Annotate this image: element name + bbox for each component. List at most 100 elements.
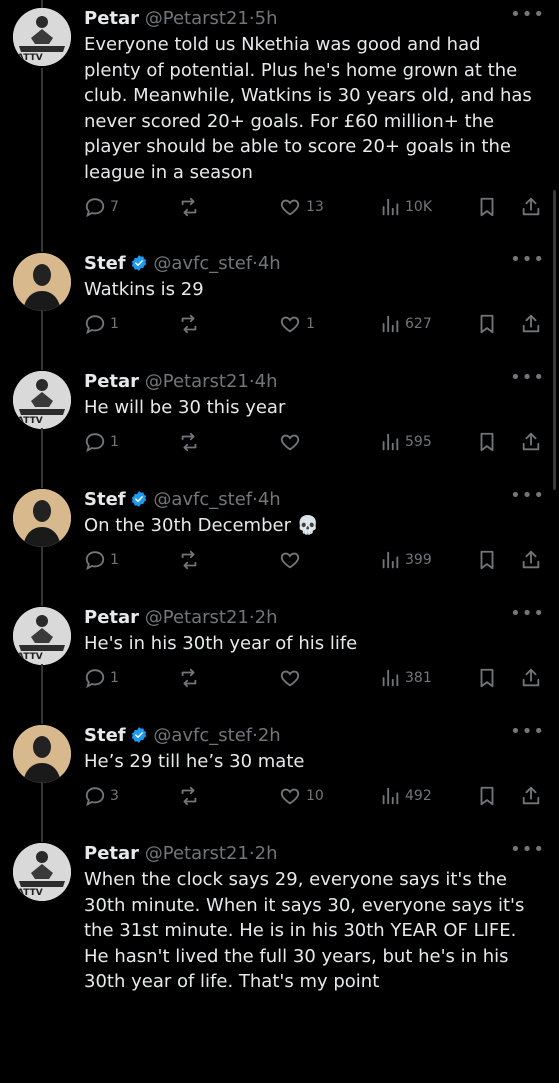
views-button[interactable]: 627: [379, 313, 432, 335]
display-name[interactable]: Petar: [84, 371, 139, 392]
avatar[interactable]: ATTV: [13, 8, 71, 66]
reply-button[interactable]: 1: [84, 313, 119, 335]
share-button[interactable]: [520, 431, 542, 453]
bookmark-button[interactable]: [476, 313, 498, 335]
tweet[interactable]: ATTV Petar @Petarst21·2h ••• When the clo…: [0, 841, 559, 1083]
share-button[interactable]: [520, 196, 542, 218]
timestamp[interactable]: 5h: [255, 8, 278, 29]
avatar[interactable]: ATTV: [13, 843, 71, 901]
share-button[interactable]: [520, 313, 542, 335]
thread-connector: [41, 782, 43, 842]
like-button[interactable]: 1: [278, 313, 315, 335]
views-button[interactable]: 399: [379, 549, 432, 571]
share-button[interactable]: [520, 667, 542, 689]
view-count: 10K: [405, 199, 432, 215]
display-name[interactable]: Stef: [84, 725, 126, 746]
bookmark-button[interactable]: [476, 667, 498, 689]
more-options-icon[interactable]: •••: [510, 841, 545, 859]
tweet[interactable]: ATTV Petar @Petarst21·5h ••• Everyone tol…: [0, 6, 559, 248]
avatar[interactable]: ATTV: [13, 371, 71, 429]
display-name[interactable]: Petar: [84, 607, 139, 628]
reply-icon: [84, 431, 106, 453]
action-bar: 1 595: [84, 431, 544, 455]
timestamp[interactable]: 4h: [255, 371, 278, 392]
tweet-text: On the 30th December 💀: [84, 515, 320, 536]
bookmark-icon: [476, 196, 498, 218]
analytics-icon: [379, 313, 401, 335]
more-options-icon[interactable]: •••: [510, 723, 545, 741]
like-button[interactable]: 13: [278, 196, 324, 218]
thread-connector: [41, 310, 43, 370]
display-name[interactable]: Stef: [84, 489, 126, 510]
tweet-header: Petar @Petarst21·4h: [84, 371, 278, 393]
views-button[interactable]: 492: [379, 785, 432, 807]
analytics-icon: [379, 431, 401, 453]
reply-button[interactable]: 3: [84, 785, 119, 807]
reply-button[interactable]: 1: [84, 549, 119, 571]
user-handle[interactable]: @Petarst21: [145, 371, 249, 392]
scrollbar[interactable]: [553, 190, 556, 490]
display-name[interactable]: Petar: [84, 8, 139, 29]
views-button[interactable]: 595: [379, 431, 432, 453]
like-button[interactable]: 10: [278, 785, 324, 807]
action-bar: 1 381: [84, 667, 544, 691]
verified-badge-icon: [130, 490, 148, 508]
views-button[interactable]: 10K: [379, 196, 432, 218]
user-handle[interactable]: @avfc_stef: [153, 725, 252, 746]
like-count: 13: [306, 199, 324, 215]
share-button[interactable]: [520, 549, 542, 571]
timestamp[interactable]: 2h: [255, 607, 278, 628]
tweet-text: Watkins is 29: [84, 279, 204, 300]
repost-button[interactable]: [177, 549, 205, 571]
more-options-icon[interactable]: •••: [510, 487, 545, 505]
timestamp[interactable]: 4h: [258, 489, 281, 510]
like-button[interactable]: [278, 431, 306, 453]
repost-button[interactable]: [177, 667, 205, 689]
reply-count: 1: [110, 552, 119, 568]
reply-button[interactable]: 1: [84, 431, 119, 453]
timestamp[interactable]: 4h: [258, 253, 281, 274]
timestamp[interactable]: 2h: [258, 725, 281, 746]
reply-count: 3: [110, 788, 119, 804]
avatar[interactable]: [13, 725, 71, 783]
views-button[interactable]: 381: [379, 667, 432, 689]
user-handle[interactable]: @avfc_stef: [153, 253, 252, 274]
user-handle[interactable]: @Petarst21: [145, 607, 249, 628]
like-button[interactable]: [278, 549, 306, 571]
user-handle[interactable]: @Petarst21: [145, 843, 249, 864]
bookmark-button[interactable]: [476, 785, 498, 807]
more-options-icon[interactable]: •••: [510, 6, 545, 24]
more-options-icon[interactable]: •••: [510, 605, 545, 623]
more-options-icon[interactable]: •••: [510, 369, 545, 387]
repost-button[interactable]: [177, 785, 205, 807]
like-button[interactable]: [278, 667, 306, 689]
tweet-header: Stef @avfc_stef·4h: [84, 253, 281, 275]
display-name[interactable]: Petar: [84, 843, 139, 864]
thread-connector: [41, 428, 43, 488]
avatar[interactable]: [13, 253, 71, 311]
reply-button[interactable]: 1: [84, 667, 119, 689]
display-name[interactable]: Stef: [84, 253, 126, 274]
timestamp[interactable]: 2h: [255, 843, 278, 864]
reply-icon: [84, 549, 106, 571]
heart-icon: [278, 196, 302, 218]
tweet-header: Stef @avfc_stef·4h: [84, 489, 281, 511]
avatar[interactable]: ATTV: [13, 607, 71, 665]
repost-button[interactable]: [177, 196, 205, 218]
share-icon: [520, 549, 542, 571]
view-count: 492: [405, 788, 432, 804]
repost-button[interactable]: [177, 313, 205, 335]
reply-count: 7: [110, 199, 119, 215]
user-handle[interactable]: @avfc_stef: [153, 489, 252, 510]
more-options-icon[interactable]: •••: [510, 251, 545, 269]
share-icon: [520, 196, 542, 218]
reply-button[interactable]: 7: [84, 196, 119, 218]
bookmark-button[interactable]: [476, 549, 498, 571]
bookmark-button[interactable]: [476, 431, 498, 453]
bookmark-button[interactable]: [476, 196, 498, 218]
heart-icon: [278, 549, 302, 571]
repost-button[interactable]: [177, 431, 205, 453]
share-button[interactable]: [520, 785, 542, 807]
avatar[interactable]: [13, 489, 71, 547]
user-handle[interactable]: @Petarst21: [145, 8, 249, 29]
